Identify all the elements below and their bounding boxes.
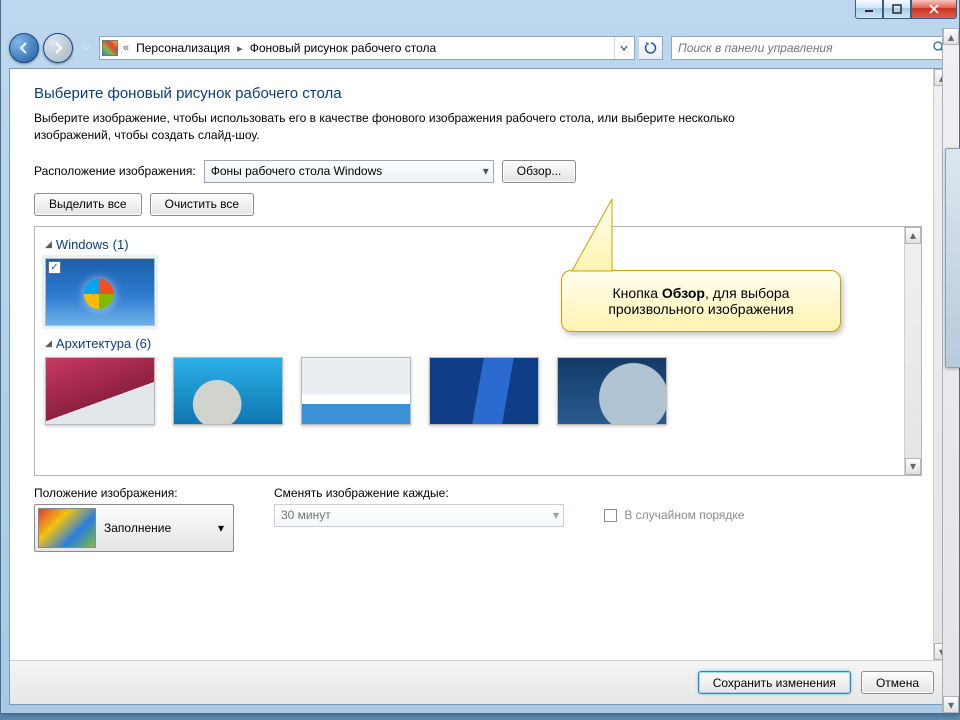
picture-position-label: Положение изображения: — [34, 486, 234, 500]
content-panel: Выберите фоновый рисунок рабочего стола … — [9, 68, 951, 705]
wallpaper-thumb-arch-1[interactable] — [45, 357, 155, 425]
select-all-button[interactable]: Выделить все — [34, 193, 142, 216]
callout-tail-icon — [552, 199, 632, 289]
chevron-right-icon: ▸ — [234, 42, 246, 55]
wallpaper-thumb-arch-3[interactable] — [301, 357, 411, 425]
wallpaper-thumb-arch-4[interactable] — [429, 357, 539, 425]
window-controls — [855, 0, 957, 19]
picture-location-combo[interactable]: Фоны рабочего стола Windows ▾ — [204, 160, 494, 183]
back-button[interactable] — [9, 33, 39, 63]
scroll-down-icon[interactable]: ▾ — [905, 458, 921, 475]
picture-position-value: Заполнение — [104, 521, 171, 535]
wallpaper-thumb-arch-5[interactable] — [557, 357, 667, 425]
window-titlebar — [1, 0, 959, 28]
wallpaper-thumb-arch-2[interactable] — [173, 357, 283, 425]
picture-location-label: Расположение изображения: — [34, 164, 196, 178]
group-name: Архитектура — [56, 336, 131, 351]
collapse-icon: ◢ — [45, 239, 52, 250]
shuffle-checkbox[interactable] — [604, 509, 617, 522]
control-panel-window: « Персонализация ▸ Фоновый рисунок рабоч… — [0, 0, 960, 714]
forward-button[interactable] — [43, 33, 73, 63]
address-bar[interactable]: « Персонализация ▸ Фоновый рисунок рабоч… — [99, 36, 635, 60]
breadcrumb-overflow-icon[interactable]: « — [120, 42, 132, 54]
page-description: Выберите изображение, чтобы использовать… — [34, 110, 794, 144]
picker-scrollbar[interactable]: ▴ ▾ — [904, 227, 921, 475]
chevron-down-icon: ▾ — [218, 521, 230, 535]
breadcrumb-seg-personalization[interactable]: Персонализация — [134, 41, 232, 55]
change-interval-value: 30 минут — [281, 508, 331, 522]
navigation-bar: « Персонализация ▸ Фоновый рисунок рабоч… — [1, 28, 959, 68]
group-header-architecture[interactable]: ◢ Архитектура (6) — [45, 336, 911, 351]
search-box[interactable] — [671, 36, 951, 60]
nav-history-dropdown[interactable] — [77, 39, 95, 57]
wallpaper-picker: ◢ Windows (1) ✓ ◢ Архитектура (6) — [34, 226, 922, 476]
window-scrollbar[interactable]: ▴ ▾ — [942, 28, 959, 713]
scroll-up-icon[interactable]: ▴ — [943, 28, 959, 45]
browse-button[interactable]: Обзор... — [502, 160, 577, 183]
options-row: Положение изображения: Заполнение ▾ Смен… — [34, 486, 922, 552]
page-title: Выберите фоновый рисунок рабочего стола — [34, 85, 922, 102]
chevron-down-icon: ▾ — [483, 164, 489, 178]
clear-all-button[interactable]: Очистить все — [150, 193, 254, 216]
shuffle-label: В случайном порядке — [624, 508, 744, 522]
change-interval-label: Сменять изображение каждые: — [274, 486, 564, 500]
refresh-button[interactable] — [639, 36, 663, 60]
group-header-windows[interactable]: ◢ Windows (1) — [45, 237, 911, 252]
group-name: Windows — [56, 237, 109, 252]
control-panel-icon — [102, 40, 118, 56]
cancel-button[interactable]: Отмена — [861, 671, 934, 694]
search-input[interactable] — [676, 40, 932, 56]
checkmark-icon[interactable]: ✓ — [48, 261, 61, 274]
scroll-down-icon[interactable]: ▾ — [943, 696, 959, 713]
dialog-footer: Сохранить изменения Отмена — [10, 660, 950, 704]
annotation-callout: Кнопка Обзор, для выбора произвольного и… — [561, 270, 841, 332]
wallpaper-thumb-windows-default[interactable]: ✓ — [45, 258, 155, 326]
position-preview-icon — [38, 508, 96, 548]
picture-location-value: Фоны рабочего стола Windows — [211, 164, 383, 178]
minimize-button[interactable] — [855, 0, 883, 19]
change-interval-combo[interactable]: 30 минут ▾ — [274, 504, 564, 527]
chevron-down-icon: ▾ — [553, 508, 559, 522]
picture-position-picker[interactable]: Заполнение ▾ — [34, 504, 234, 552]
close-button[interactable] — [911, 0, 957, 19]
collapse-icon: ◢ — [45, 338, 52, 349]
breadcrumb-seg-wallpaper[interactable]: Фоновый рисунок рабочего стола — [248, 41, 439, 55]
scroll-thumb[interactable] — [945, 148, 960, 368]
scroll-up-icon[interactable]: ▴ — [905, 227, 921, 244]
save-changes-button[interactable]: Сохранить изменения — [698, 671, 851, 694]
content-body: Выберите фоновый рисунок рабочего стола … — [10, 69, 950, 660]
address-dropdown-button[interactable] — [614, 37, 632, 59]
maximize-button[interactable] — [883, 0, 911, 19]
callout-text-bold: Обзор — [662, 285, 705, 301]
